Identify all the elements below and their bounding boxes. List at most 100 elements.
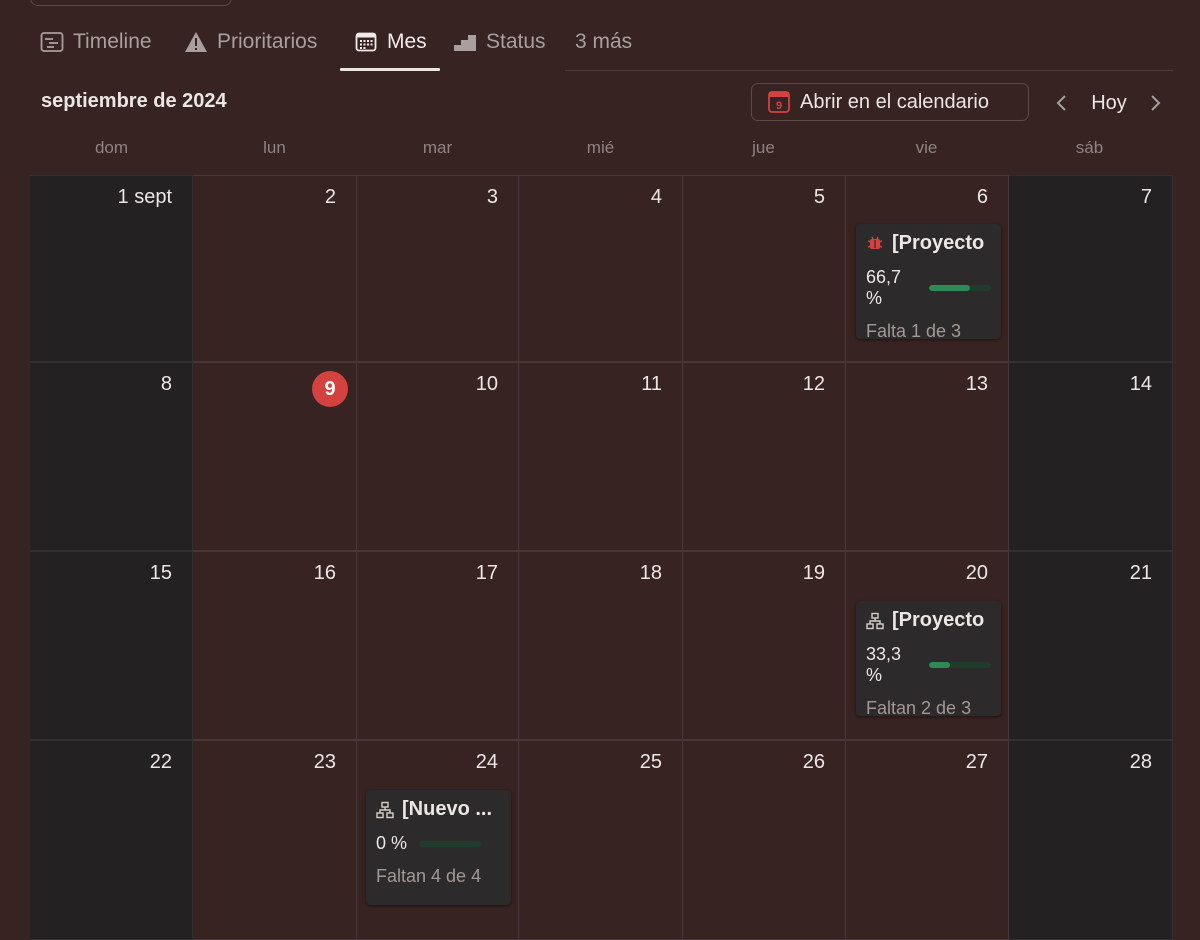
next-month-button[interactable] <box>1144 89 1168 117</box>
weekday-label: lun <box>263 138 286 157</box>
weekday-header: dom lun mar mié jue vie sáb <box>30 138 1173 166</box>
chevron-left-icon <box>1055 94 1067 112</box>
day-number: 6 <box>976 186 988 208</box>
progress-row: 0 % <box>376 833 501 854</box>
calendar-day-cell[interactable]: 9 <box>193 362 357 551</box>
tab-prioritarios[interactable]: Prioritarios <box>184 18 317 66</box>
calendar-day-cell[interactable]: 21 <box>1009 551 1173 740</box>
today-day-number: 9 <box>312 371 348 407</box>
day-number: 22 <box>149 751 172 773</box>
day-number: 3 <box>486 186 498 208</box>
calendar-day-cell[interactable]: 8 <box>30 362 193 551</box>
calendar-day-cell[interactable]: 12 <box>683 362 846 551</box>
day-number: 27 <box>965 751 988 773</box>
calendar-day-cell[interactable]: 18 <box>519 551 683 740</box>
progress-bar-fill <box>929 285 971 291</box>
day-number: 28 <box>1129 751 1152 773</box>
day-number: 20 <box>965 562 988 584</box>
tab-label: 3 más <box>575 30 633 53</box>
tab-label: Status <box>486 30 546 53</box>
calendar-day-cell[interactable]: 10 <box>357 362 519 551</box>
calendar-day-cell[interactable]: 22 <box>30 740 193 940</box>
chevron-right-icon <box>1150 94 1162 112</box>
card-title: [Proyecto <box>892 232 985 254</box>
project-card[interactable]: [Proyecto 66,7 % Falta 1 de 3 <box>856 224 1001 339</box>
day-number: 25 <box>639 751 662 773</box>
weekday-label: vie <box>915 138 938 157</box>
calendar-day-cell[interactable]: 19 <box>683 551 846 740</box>
progress-percent: 0 % <box>376 833 408 853</box>
tabs-divider <box>565 70 1173 71</box>
calendar-day-cell[interactable]: 1 sept <box>30 175 193 362</box>
card-title: [Proyecto <box>892 609 985 631</box>
day-number: 8 <box>160 373 172 395</box>
calendar-day-cell[interactable]: 2 <box>193 175 357 362</box>
tab-label: Prioritarios <box>217 30 318 53</box>
day-number: 19 <box>802 562 825 584</box>
weekday-label: dom <box>94 138 129 157</box>
calendar-day-cell[interactable]: 5 <box>683 175 846 362</box>
day-number: 10 <box>475 373 498 395</box>
active-tab-indicator <box>340 68 440 71</box>
view-tabs: Timeline Prioritarios Mes Status 3 más <box>30 18 1173 72</box>
day-number: 7 <box>1140 186 1152 208</box>
weekday-label: sáb <box>1075 138 1104 157</box>
tab-status[interactable]: Status <box>453 18 546 66</box>
card-title: [Nuevo ... <box>402 798 493 820</box>
calendar-day-cell[interactable]: 7 <box>1009 175 1173 362</box>
calendar-day-cell[interactable]: 13 <box>846 362 1009 551</box>
day-number: 24 <box>475 751 498 773</box>
project-card[interactable]: [Nuevo ... 0 % Faltan 4 de 4 <box>366 790 511 905</box>
day-number: 11 <box>641 373 662 395</box>
calendar-day-cell[interactable]: 28 <box>1009 740 1173 940</box>
progress-bar <box>929 662 991 668</box>
calendar-icon <box>354 30 378 54</box>
day-number: 21 <box>1129 562 1152 584</box>
calendar-day-cell[interactable]: 27 <box>846 740 1009 940</box>
day-number: 26 <box>802 751 825 773</box>
day-number: 16 <box>313 562 336 584</box>
tab-label: Mes <box>387 30 427 53</box>
day-number: 5 <box>813 186 825 208</box>
calendar-day-cell[interactable]: 4 <box>519 175 683 362</box>
day-number: 12 <box>802 373 825 395</box>
view-selector-stub[interactable] <box>30 0 232 6</box>
bug-icon <box>866 235 884 253</box>
card-title-row: [Nuevo ... <box>376 798 501 821</box>
open-in-calendar-label: Abrir en el calendario <box>800 90 989 113</box>
day-number: 23 <box>313 751 336 773</box>
tab-more[interactable]: 3 más <box>575 18 632 66</box>
progress-row: 66,7 % <box>866 267 991 309</box>
tab-timeline[interactable]: Timeline <box>40 18 152 66</box>
day-number: 2 <box>324 186 336 208</box>
previous-month-button[interactable] <box>1049 89 1073 117</box>
calendar-day-cell[interactable]: 15 <box>30 551 193 740</box>
weekday-label: mié <box>586 138 615 157</box>
calendar-day-cell[interactable]: 11 <box>519 362 683 551</box>
calendar-day-cell[interactable]: 26 <box>683 740 846 940</box>
warning-icon <box>184 30 208 54</box>
calendar-day-cell[interactable]: 25 <box>519 740 683 940</box>
month-title: septiembre de 2024 <box>41 90 227 112</box>
calendar-day-cell[interactable]: 14 <box>1009 362 1173 551</box>
today-button[interactable]: Hoy <box>1080 89 1138 117</box>
calendar-day-cell[interactable]: 3 <box>357 175 519 362</box>
tab-mes[interactable]: Mes <box>354 18 427 66</box>
calendar-grid: 1 sept 2 3 4 5 6 7 8 9 10 11 12 13 14 15 16 17 18 19 20 21 22… <box>30 175 1173 940</box>
day-number: 17 <box>475 562 498 584</box>
day-number: 14 <box>1129 373 1152 395</box>
calendar-app-icon: 9 <box>768 91 790 113</box>
progress-bar-fill <box>929 662 950 668</box>
calendar-day-cell[interactable]: 23 <box>193 740 357 940</box>
open-in-calendar-button[interactable]: 9 Abrir en el calendario <box>751 83 1029 121</box>
calendar-app-icon-day: 9 <box>776 100 782 112</box>
project-card[interactable]: [Proyecto 33,3 % Faltan 2 de 3 <box>856 601 1001 716</box>
bar-chart-icon <box>453 30 477 54</box>
day-number: 18 <box>639 562 662 584</box>
card-title-row: [Proyecto <box>866 609 991 632</box>
calendar-day-cell[interactable]: 17 <box>357 551 519 740</box>
day-number: 15 <box>149 562 172 584</box>
day-number: 13 <box>965 373 988 395</box>
calendar-day-cell[interactable]: 16 <box>193 551 357 740</box>
sitemap-icon <box>866 612 884 630</box>
